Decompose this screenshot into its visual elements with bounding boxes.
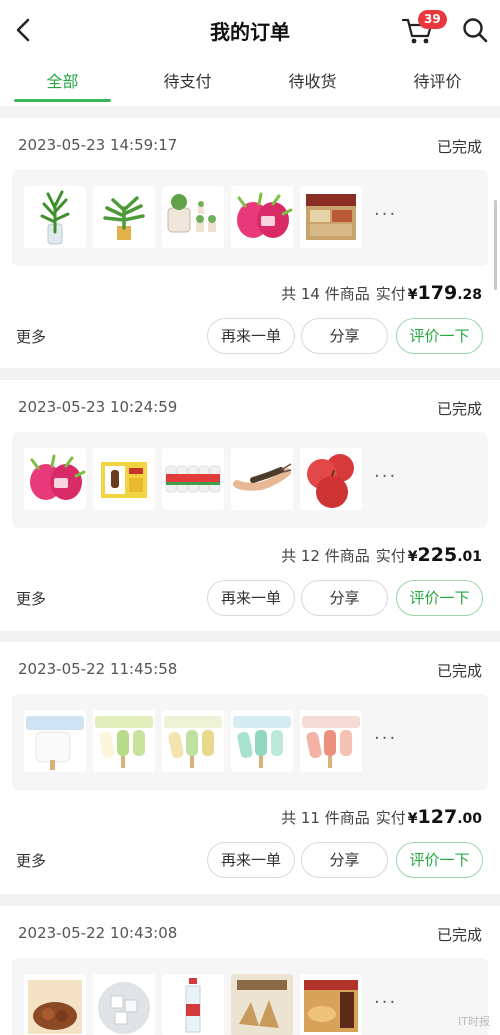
amount-integer: 179 (417, 282, 458, 304)
share-button[interactable]: 分享 (301, 842, 388, 878)
order-datetime: 2023-05-22 11:45:58 (18, 660, 178, 678)
more-items-ellipsis: ··· (374, 204, 398, 225)
share-button[interactable]: 分享 (301, 580, 388, 616)
order-tabs: 全部 待支付 待收货 待评价 (0, 60, 500, 106)
currency-symbol: ¥ (407, 549, 418, 565)
order-datetime: 2023-05-23 14:59:17 (18, 136, 178, 154)
product-image-ice-cream-bar-mint (231, 710, 293, 772)
review-button[interactable]: 评价一下 (396, 580, 483, 616)
order-summary: 共 14 件商品 实付 ¥179.28 (281, 282, 482, 304)
product-image-water-bottle (162, 974, 224, 1035)
order-datetime: 2023-05-22 10:43:08 (18, 924, 178, 942)
order-summary: 共 12 件商品 实付 ¥225.01 (281, 544, 482, 566)
rebuy-button[interactable]: 再来一单 (207, 580, 295, 616)
product-image-ice-cubes (93, 974, 155, 1035)
more-items-ellipsis: ··· (374, 728, 398, 749)
product-thumbnails[interactable]: ··· (12, 694, 488, 790)
product-image-dragon-fruit (24, 448, 86, 510)
share-button[interactable]: 分享 (301, 318, 388, 354)
order-card[interactable]: 2023-05-22 11:45:58 已完成 ··· 共 11 件商品 实付 ¥1… (0, 642, 500, 894)
item-count: 共 14 件商品 (281, 285, 370, 303)
order-card[interactable]: 2023-05-23 14:59:17 已完成 ··· 共 14 件商品 实付 ¥1… (0, 118, 500, 368)
product-image-dried-snack (231, 974, 293, 1035)
product-image-braised-meat (24, 974, 86, 1035)
product-image-ice-cream-bar-yellow (162, 710, 224, 772)
product-image-ice-cream-bar-green (93, 710, 155, 772)
review-button[interactable]: 评价一下 (396, 842, 483, 878)
product-thumbnails[interactable]: ··· (12, 432, 488, 528)
item-count: 共 11 件商品 (281, 809, 370, 827)
tab-pending-receipt[interactable]: 待收货 (250, 60, 375, 106)
order-summary: 共 11 件商品 实付 ¥127.00 (281, 806, 482, 828)
tab-all[interactable]: 全部 (0, 60, 125, 106)
product-image-ice-cream-bar-pink (300, 710, 362, 772)
order-status: 已完成 (436, 662, 482, 680)
watermark-text: IT时报 (458, 1015, 490, 1028)
tab-pending-payment[interactable]: 待支付 (125, 60, 250, 106)
more-items-ellipsis: ··· (374, 992, 398, 1013)
amount-decimal: .00 (457, 811, 482, 827)
order-card[interactable]: 2023-05-22 10:43:08 已完成 ··· (0, 906, 500, 1035)
amount-integer: 225 (417, 544, 458, 566)
product-image-dragon-fruit (231, 186, 293, 248)
amount-decimal: .01 (457, 549, 482, 565)
order-status: 已完成 (436, 138, 482, 156)
product-thumbnails[interactable]: ··· (12, 170, 488, 266)
more-button[interactable]: 更多 (16, 588, 46, 609)
product-image-yogurt-drinks (162, 448, 224, 510)
product-image-snack-box (300, 186, 362, 248)
product-image-ice-cream-bar-white (24, 710, 86, 772)
more-items-ellipsis: ··· (374, 466, 398, 487)
rebuy-button[interactable]: 再来一单 (207, 842, 295, 878)
paid-label: 实付 (375, 809, 406, 827)
currency-symbol: ¥ (407, 287, 418, 303)
product-image-apples (300, 448, 362, 510)
product-image-shrimp (231, 448, 293, 510)
more-button[interactable]: 更多 (16, 326, 46, 347)
rebuy-button[interactable]: 再来一单 (207, 318, 295, 354)
search-icon[interactable] (460, 14, 490, 46)
product-image-ice-cream-box (93, 448, 155, 510)
review-button[interactable]: 评价一下 (396, 318, 483, 354)
tab-pending-review[interactable]: 待评价 (375, 60, 500, 106)
order-card[interactable]: 2023-05-23 10:24:59 已完成 ··· 共 12 件商品 实付 ¥2… (0, 380, 500, 631)
top-bar: 我的订单 39 (0, 0, 500, 60)
paid-label: 实付 (375, 285, 406, 303)
amount-decimal: .28 (457, 287, 482, 303)
item-count: 共 12 件商品 (281, 547, 370, 565)
scrollbar[interactable] (494, 200, 497, 290)
product-thumbnails[interactable]: ··· (12, 958, 488, 1035)
product-image-potted-plant (93, 186, 155, 248)
product-image-lucky-bamboo (24, 186, 86, 248)
cart-count-badge: 39 (418, 10, 447, 29)
product-image-cake-box (300, 974, 362, 1035)
order-status: 已完成 (436, 400, 482, 418)
more-button[interactable]: 更多 (16, 850, 46, 871)
order-datetime: 2023-05-23 10:24:59 (18, 398, 178, 416)
currency-symbol: ¥ (407, 811, 418, 827)
amount-integer: 127 (417, 806, 458, 828)
paid-label: 实付 (375, 547, 406, 565)
order-status: 已完成 (436, 926, 482, 944)
product-image-succulent-set (162, 186, 224, 248)
